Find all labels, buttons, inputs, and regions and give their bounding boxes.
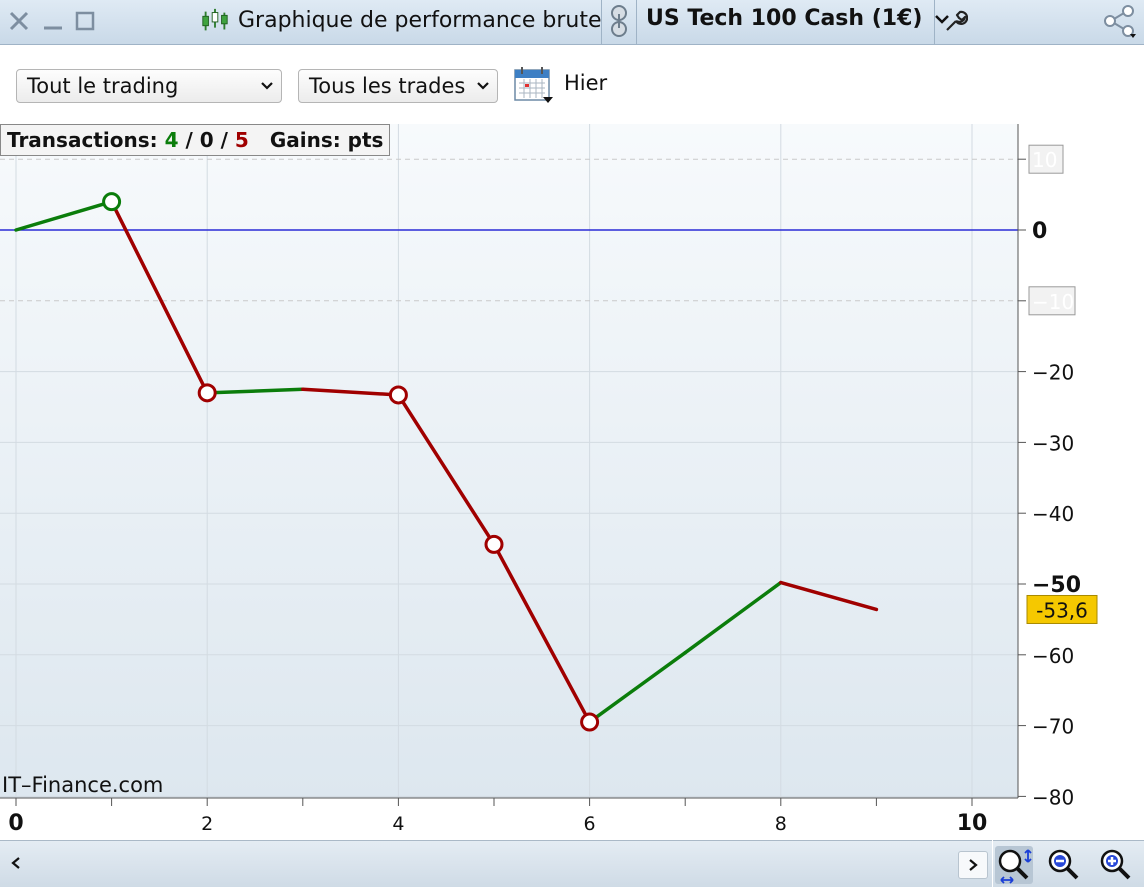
x-tick-label: 0 xyxy=(8,811,23,836)
y-tick-label: −60 xyxy=(1032,644,1074,668)
y-tick-label: −50 xyxy=(1032,573,1081,598)
y-tick-label: −30 xyxy=(1032,431,1074,455)
transactions-summary: Transactions: 4 / 0 / 5 Gains: pts xyxy=(0,124,391,156)
current-value-label: -53,6 xyxy=(1036,598,1088,622)
title-bar: Graphique de performance brute US Tech 1… xyxy=(0,0,1144,45)
separator: / xyxy=(185,128,193,152)
divider xyxy=(934,0,935,44)
x-tick-label: 8 xyxy=(775,813,787,835)
divider xyxy=(601,0,602,44)
window-title: Graphique de performance brute xyxy=(238,8,602,33)
trades-select-value: Tous les trades xyxy=(309,74,466,98)
losses-count: 5 xyxy=(234,128,249,152)
y-tick-label: 0 xyxy=(1032,219,1047,244)
filter-toolbar: Tout le trading Tous les trades Hier xyxy=(0,45,1144,123)
x-tick-label: 10 xyxy=(957,811,988,836)
link-icon[interactable] xyxy=(604,5,634,37)
transactions-label: Transactions: xyxy=(7,128,158,152)
gains-label: Gains: pts xyxy=(269,128,384,152)
x-axis-area xyxy=(0,798,1018,840)
trades-select[interactable]: Tous les trades xyxy=(298,69,498,103)
scroll-right-icon[interactable] xyxy=(958,851,988,879)
instrument-label: US Tech 100 Cash (1€) xyxy=(646,6,923,31)
close-icon[interactable] xyxy=(4,6,34,36)
x-tick-label: 6 xyxy=(584,813,596,835)
share-icon[interactable] xyxy=(1100,5,1140,38)
zoom-in-icon[interactable] xyxy=(1097,846,1135,884)
separator: / xyxy=(220,128,228,152)
divider xyxy=(636,0,637,44)
chevron-down-icon xyxy=(261,82,273,90)
date-label: Hier xyxy=(564,71,608,95)
neutral-count: 0 xyxy=(199,128,214,152)
wins-count: 4 xyxy=(164,128,179,152)
plot-area xyxy=(0,124,1018,798)
candlestick-icon xyxy=(200,6,230,36)
chart-svg[interactable]: 10 0 −10 −20 −30 −40 −50 −60 −70 −80 0 2 4 6 8 10 -53,6 xyxy=(0,124,1144,840)
instrument-selector[interactable]: US Tech 100 Cash (1€) xyxy=(646,6,950,31)
y-tick-label: −40 xyxy=(1032,502,1074,526)
maximize-icon[interactable] xyxy=(70,6,100,36)
data-point[interactable] xyxy=(388,385,408,405)
zoom-fit-icon[interactable] xyxy=(995,846,1033,884)
y-tick-label: −10 xyxy=(1032,290,1074,314)
y-tick-label: −70 xyxy=(1032,715,1074,739)
minimize-icon[interactable] xyxy=(38,6,68,36)
x-tick-label: 2 xyxy=(201,813,213,835)
scope-select[interactable]: Tout le trading xyxy=(16,69,282,103)
y-tick-label: −80 xyxy=(1032,785,1074,809)
scroll-left-icon[interactable] xyxy=(4,851,28,875)
horizontal-scrollbar[interactable] xyxy=(0,840,992,887)
calendar-icon[interactable] xyxy=(513,65,555,105)
performance-chart[interactable]: 10 0 −10 −20 −30 −40 −50 −60 −70 −80 0 2 4 6 8 10 -53,6 xyxy=(0,124,1144,840)
x-tick-label: 4 xyxy=(392,813,404,835)
zoom-out-icon[interactable] xyxy=(1045,846,1083,884)
watermark: IT–Finance.com xyxy=(2,773,164,797)
chevron-down-icon xyxy=(477,82,489,90)
data-point[interactable] xyxy=(102,192,122,212)
y-tick-label: 10 xyxy=(1032,148,1057,172)
data-point[interactable] xyxy=(197,383,217,403)
data-point[interactable] xyxy=(484,534,504,554)
scope-select-value: Tout le trading xyxy=(27,74,179,98)
wrench-icon[interactable] xyxy=(940,6,970,36)
zoom-controls xyxy=(993,840,1144,887)
data-point[interactable] xyxy=(580,712,600,732)
y-tick-label: −20 xyxy=(1032,361,1074,385)
